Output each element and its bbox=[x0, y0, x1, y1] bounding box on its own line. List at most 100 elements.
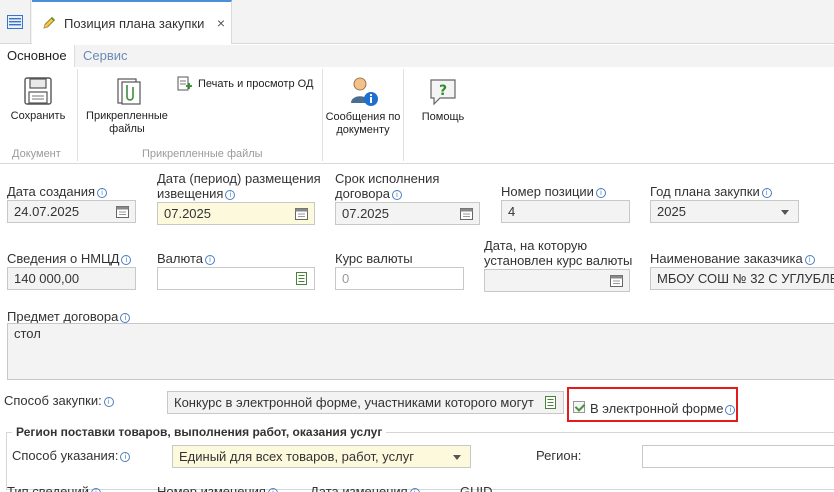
currency-field[interactable] bbox=[157, 267, 315, 290]
nmcd-field[interactable]: 140 000,00 bbox=[7, 267, 136, 290]
nmcd-label: Сведения о НМЦД i bbox=[7, 251, 132, 266]
document-tab[interactable]: Позиция плана закупки × bbox=[32, 0, 232, 44]
info-icon[interactable]: i bbox=[121, 255, 132, 265]
change-number-label: Номер измененияi bbox=[157, 484, 278, 492]
customer-field[interactable]: МБОУ СОШ № 32 С УГЛУБЛЕН bbox=[650, 267, 834, 290]
save-label: Сохранить bbox=[10, 110, 66, 122]
print-preview-button[interactable]: Печать и просмотр ОД bbox=[177, 76, 313, 92]
indication-method-select[interactable]: Единый для всех товаров, работ, услуг bbox=[172, 445, 471, 468]
ribbon: Сохранить Документ Прикрепленные файлы П… bbox=[0, 67, 834, 164]
attached-files-label-1: Прикрепленные bbox=[86, 110, 168, 122]
exchange-rate-label: Курс валюты bbox=[335, 251, 413, 266]
group-label-document: Документ bbox=[12, 148, 61, 160]
info-icon[interactable]: i bbox=[97, 188, 108, 198]
info-icon[interactable]: i bbox=[120, 313, 131, 323]
calendar-icon[interactable] bbox=[116, 205, 129, 218]
rate-date-field[interactable] bbox=[484, 269, 630, 292]
chevron-down-icon[interactable] bbox=[781, 210, 789, 215]
region-section-title: Регион поставки товаров, выполнения рабо… bbox=[12, 425, 387, 439]
creation-date-field[interactable]: 24.07.2025 bbox=[7, 200, 136, 223]
user-info-icon bbox=[351, 77, 378, 106]
position-number-field[interactable]: 4 bbox=[501, 200, 630, 223]
info-icon[interactable]: i bbox=[267, 488, 278, 492]
electronic-form-label: В электронной форме i bbox=[590, 401, 736, 416]
save-button[interactable]: Сохранить bbox=[8, 76, 68, 123]
info-type-label: Тип сведенийi bbox=[7, 484, 102, 492]
attached-files-button[interactable]: Прикрепленные файлы bbox=[84, 76, 170, 136]
help-question-icon: ? bbox=[430, 79, 456, 106]
position-number-value: 4 bbox=[508, 204, 516, 219]
execution-term-label: Срок исполнения договора i bbox=[335, 171, 440, 201]
region-field[interactable] bbox=[642, 445, 834, 468]
indication-method-label: Способ указания: i bbox=[12, 448, 131, 463]
document-messages-button[interactable]: Сообщения по документу bbox=[325, 75, 401, 137]
info-icon[interactable]: i bbox=[761, 188, 772, 198]
procurement-method-field[interactable]: Конкурс в электронной форме, участниками… bbox=[167, 391, 564, 414]
calendar-icon[interactable] bbox=[295, 207, 308, 220]
help-label: Помощь bbox=[421, 111, 465, 123]
placement-date-value: 07.2025 bbox=[164, 206, 211, 221]
messages-label-2: документу bbox=[336, 124, 390, 136]
exchange-rate-field[interactable]: 0 bbox=[335, 267, 464, 290]
print-preview-label: Печать и просмотр ОД bbox=[198, 78, 314, 90]
electronic-form-checkbox[interactable] bbox=[573, 401, 585, 413]
floppy-disk-icon bbox=[24, 77, 52, 105]
info-icon[interactable]: i bbox=[725, 405, 736, 415]
info-icon[interactable]: i bbox=[225, 190, 236, 200]
info-icon[interactable]: i bbox=[595, 188, 606, 198]
execution-term-value: 07.2025 bbox=[342, 206, 389, 221]
info-icon[interactable]: i bbox=[391, 190, 402, 200]
execution-term-field[interactable]: 07.2025 bbox=[335, 202, 480, 225]
help-button[interactable]: ? Помощь bbox=[414, 77, 472, 124]
indication-method-value: Единый для всех товаров, работ, услуг bbox=[179, 449, 414, 464]
close-tab-icon[interactable]: × bbox=[217, 15, 225, 31]
creation-date-value: 24.07.2025 bbox=[14, 204, 80, 219]
print-preview-icon bbox=[177, 76, 192, 91]
calendar-icon[interactable] bbox=[610, 274, 623, 287]
list-select-icon[interactable] bbox=[295, 272, 308, 285]
placement-date-label: Дата (период) размещения извещения i bbox=[157, 171, 321, 201]
info-icon[interactable]: i bbox=[409, 488, 420, 492]
info-icon[interactable]: i bbox=[205, 255, 215, 265]
calendar-icon[interactable] bbox=[460, 207, 473, 220]
svg-text:?: ? bbox=[439, 83, 447, 99]
exchange-rate-placeholder: 0 bbox=[342, 271, 350, 286]
ribbon-divider bbox=[403, 69, 404, 161]
ribbon-tabs: Основное Сервис bbox=[0, 45, 834, 67]
app-menu-icon[interactable] bbox=[0, 0, 31, 44]
nmcd-value: 140 000,00 bbox=[14, 271, 80, 286]
rate-date-label: Дата, на которую установлен курс валюты bbox=[484, 238, 633, 268]
subject-value: стол bbox=[14, 326, 41, 341]
info-icon[interactable]: i bbox=[103, 397, 114, 407]
subject-label: Предмет договора i bbox=[7, 309, 131, 324]
attached-files-label-2: файлы bbox=[109, 123, 145, 135]
ribbon-divider bbox=[77, 69, 78, 161]
list-select-icon[interactable] bbox=[544, 396, 557, 409]
info-icon[interactable]: i bbox=[804, 255, 815, 265]
procurement-method-label: Способ закупки: i bbox=[4, 393, 114, 408]
creation-date-label: Дата создания i bbox=[7, 184, 108, 199]
info-icon[interactable]: i bbox=[91, 488, 102, 492]
tab-bar: Позиция плана закупки × bbox=[0, 0, 834, 44]
placement-date-field[interactable]: 07.2025 bbox=[157, 202, 315, 225]
paperclip-files-icon bbox=[117, 78, 141, 105]
plan-year-label: Год плана закупки i bbox=[650, 184, 772, 199]
region-label: Регион: bbox=[536, 448, 582, 463]
group-label-attached-files: Прикрепленные файлы bbox=[142, 148, 263, 160]
customer-value: МБОУ СОШ № 32 С УГЛУБЛЕН bbox=[657, 271, 834, 286]
plan-year-value: 2025 bbox=[657, 204, 686, 219]
customer-label: Наименование заказчика i bbox=[650, 251, 815, 266]
subject-textarea[interactable]: стол bbox=[7, 323, 834, 380]
info-icon[interactable]: i bbox=[120, 452, 131, 462]
change-date-label: Дата измененияi bbox=[310, 484, 420, 492]
plan-year-select[interactable]: 2025 bbox=[650, 200, 799, 223]
tab-main[interactable]: Основное bbox=[0, 45, 75, 67]
ribbon-divider bbox=[322, 69, 323, 161]
pencil-icon bbox=[43, 16, 56, 29]
currency-label: Валюта i bbox=[157, 251, 215, 266]
position-number-label: Номер позиции i bbox=[501, 184, 606, 199]
messages-label-1: Сообщения по bbox=[325, 111, 401, 123]
guid-label: GUID bbox=[460, 484, 493, 492]
chevron-down-icon[interactable] bbox=[453, 455, 461, 460]
tab-service[interactable]: Сервис bbox=[76, 45, 135, 67]
